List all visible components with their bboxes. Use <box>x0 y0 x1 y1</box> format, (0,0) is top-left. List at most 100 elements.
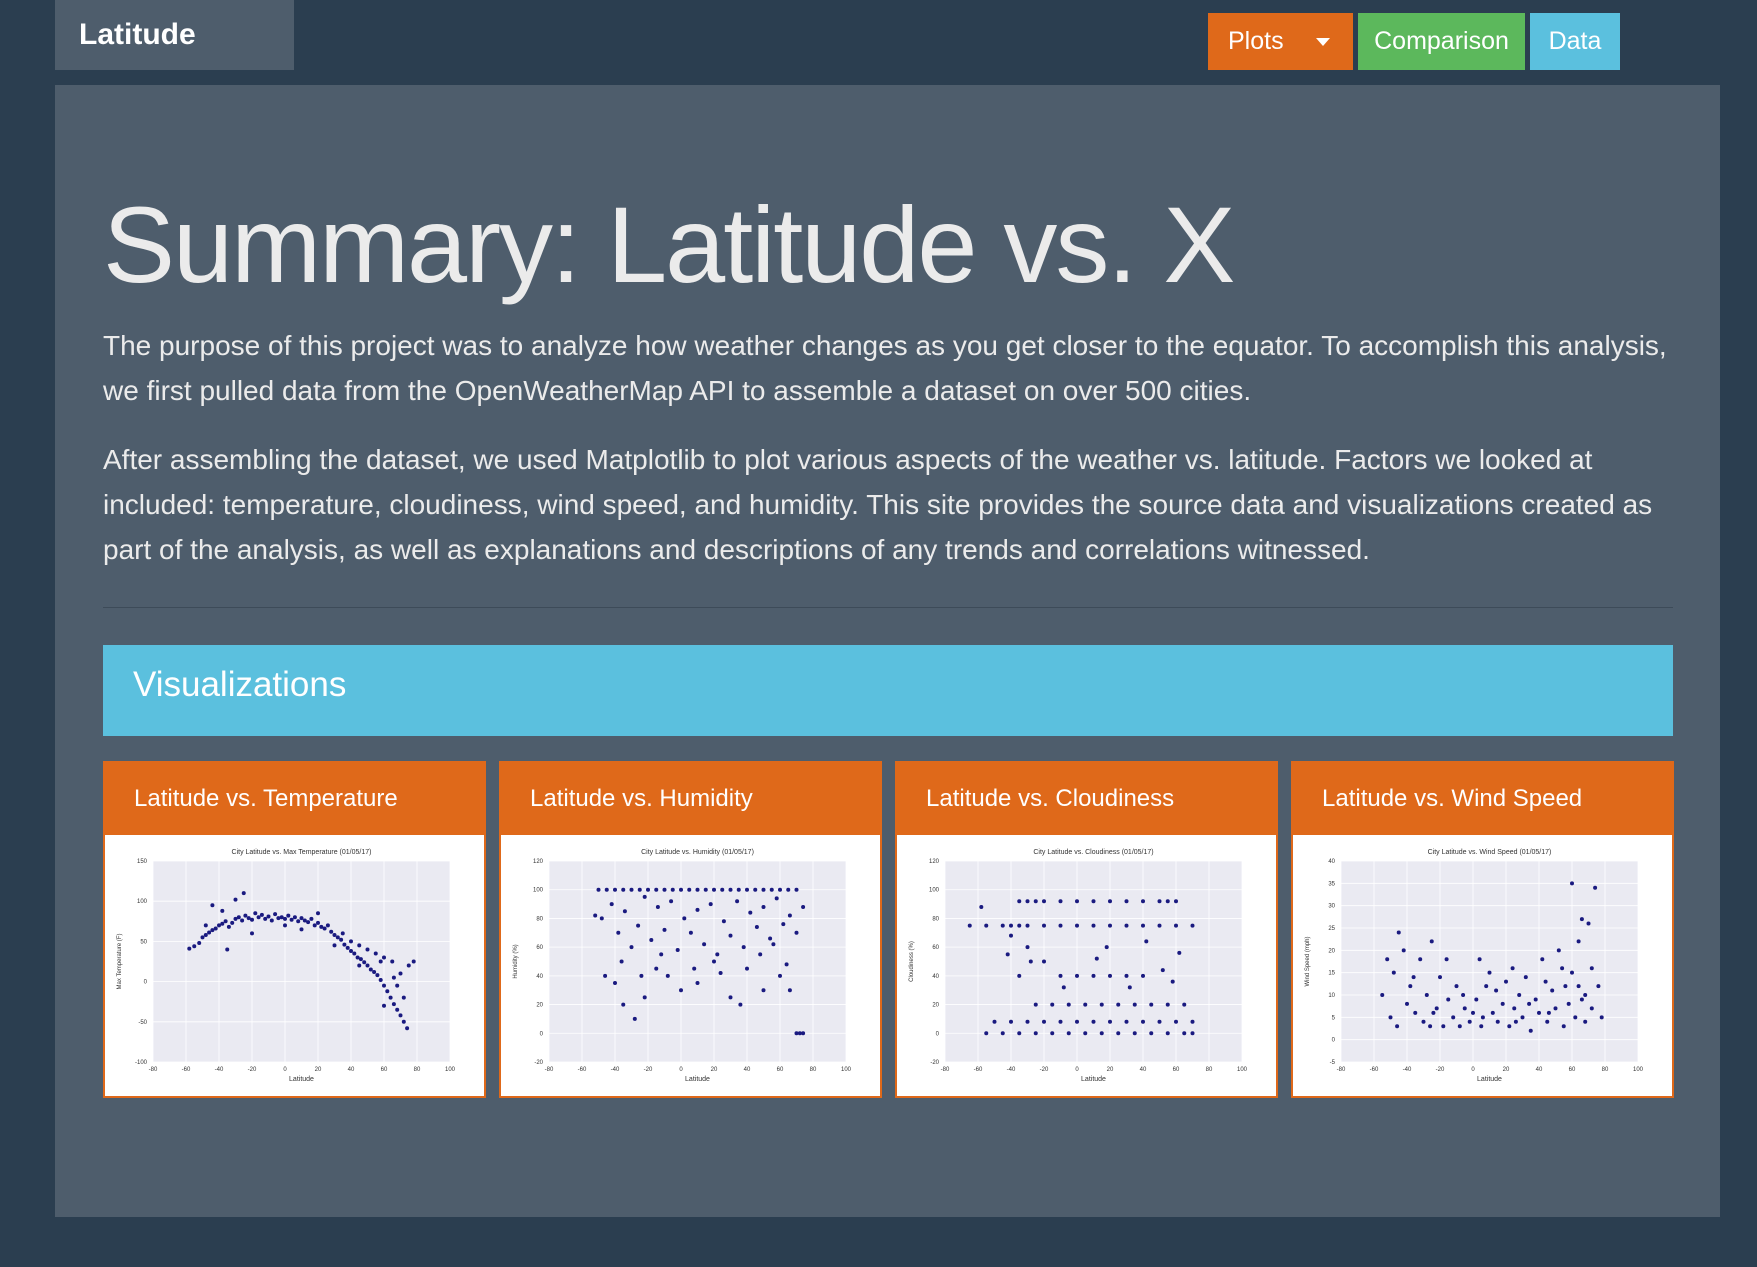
scatter-plot-svg: -80 -60 -40 -20 0 20 40 60 80 100 -5 0 5 10 15 20 25 30 35… <box>1305 849 1644 1083</box>
data-point <box>1042 959 1046 964</box>
data-point <box>665 973 670 978</box>
data-point <box>296 919 301 924</box>
y-tick-label: 50 <box>140 939 147 945</box>
data-point <box>712 959 716 964</box>
data-point <box>992 1019 997 1024</box>
comparison-button[interactable]: Comparison <box>1358 13 1525 70</box>
data-point <box>1033 1031 1038 1036</box>
x-tick-label: 80 <box>1602 1067 1609 1073</box>
y-tick-label: 80 <box>932 916 939 922</box>
divider <box>103 607 1673 608</box>
data-point <box>210 903 215 908</box>
data-point <box>1441 1024 1446 1029</box>
data-button[interactable]: Data <box>1530 13 1620 70</box>
data-point <box>1058 1019 1063 1024</box>
data-point <box>1446 997 1451 1002</box>
data-point <box>1017 899 1022 904</box>
data-point <box>200 935 205 940</box>
plot-humidity[interactable]: -80 -60 -40 -20 0 20 40 60 80 100 -20 0 20 40 60 80 100 1… <box>501 835 880 1096</box>
plot-area <box>153 861 450 1062</box>
data-point <box>1000 923 1005 928</box>
data-point <box>1573 1015 1578 1020</box>
card-title[interactable]: Latitude vs. Wind Speed <box>1293 763 1672 835</box>
data-point <box>778 887 782 892</box>
y-tick-label: -100 <box>135 1060 148 1066</box>
y-tick-label: -5 <box>1330 1060 1336 1066</box>
data-point <box>263 916 268 921</box>
data-point <box>669 899 674 904</box>
plots-dropdown-button[interactable]: Plots <box>1208 13 1353 70</box>
data-point <box>1457 1024 1462 1029</box>
data-point <box>289 917 294 922</box>
data-point <box>1540 957 1545 962</box>
data-point <box>629 887 634 892</box>
card-title[interactable]: Latitude vs. Humidity <box>501 763 880 835</box>
data-point <box>1066 1031 1071 1036</box>
x-tick-label: -60 <box>182 1067 191 1073</box>
data-point <box>1395 1024 1400 1029</box>
data-point <box>240 918 245 923</box>
data-point <box>735 899 740 904</box>
plot-cloudiness[interactable]: -80 -60 -40 -20 0 20 40 60 80 100 -20 0 20 40 60 80 100 1… <box>897 835 1276 1096</box>
data-point <box>1157 1019 1162 1024</box>
card-temperature[interactable]: Latitude vs. Temperature -80 -60 -40 -20 0 20… <box>103 761 486 1098</box>
data-point <box>1144 939 1149 944</box>
card-wind-speed[interactable]: Latitude vs. Wind Speed -80 -60 -40 -20 0 20 4… <box>1291 761 1674 1098</box>
x-tick-label: -80 <box>1337 1067 1346 1073</box>
data-point <box>654 887 659 892</box>
data-point <box>654 966 659 971</box>
x-tick-label: -60 <box>1370 1067 1379 1073</box>
data-point <box>1061 985 1066 990</box>
data-point <box>1507 1024 1512 1029</box>
data-point <box>256 915 261 920</box>
data-point <box>1149 1002 1154 1007</box>
data-point <box>1025 945 1030 950</box>
data-point <box>758 952 763 957</box>
card-cloudiness[interactable]: Latitude vs. Cloudiness -80 -60 -40 -20 0 20 4… <box>895 761 1278 1098</box>
data-point <box>365 947 370 952</box>
data-point <box>636 923 641 928</box>
y-tick-label: 100 <box>533 888 544 894</box>
x-tick-label: 100 <box>841 1067 852 1073</box>
data-point <box>1190 923 1195 928</box>
data-point <box>1517 993 1522 997</box>
data-point <box>203 932 208 937</box>
data-point <box>702 942 707 947</box>
x-tick-label: 0 <box>679 1067 683 1073</box>
card-title[interactable]: Latitude vs. Temperature <box>105 763 484 835</box>
x-tick-label: 40 <box>744 1067 751 1073</box>
x-tick-label: 80 <box>810 1067 817 1073</box>
plot-wind-speed[interactable]: -80 -60 -40 -20 0 20 40 60 80 100 -5 0 5 10 15 20 25 30 35… <box>1293 835 1672 1096</box>
data-point <box>1108 899 1112 904</box>
x-tick-label: -80 <box>545 1067 554 1073</box>
x-tick-label: 100 <box>1237 1067 1248 1073</box>
data-point <box>306 920 311 925</box>
x-tick-label: -40 <box>1007 1067 1016 1073</box>
card-humidity[interactable]: Latitude vs. Humidity -80 -60 -40 -20 0 20 40 6… <box>499 761 882 1098</box>
data-point <box>253 911 258 916</box>
data-point <box>401 995 406 1000</box>
data-point <box>801 904 806 909</box>
navbar-brand[interactable]: Latitude <box>55 0 294 70</box>
y-tick-label: 20 <box>536 1003 543 1009</box>
data-point <box>250 931 254 936</box>
data-point <box>1132 1031 1137 1036</box>
plot-temperature[interactable]: -80 -60 -40 -20 0 20 40 60 80 100 -100 -50 0 50 100 150… <box>105 835 484 1096</box>
data-point <box>1576 984 1581 989</box>
data-point <box>1411 975 1416 980</box>
card-title[interactable]: Latitude vs. Cloudiness <box>897 763 1276 835</box>
data-point <box>1490 1010 1495 1015</box>
data-point <box>1570 881 1574 886</box>
data-point <box>708 902 713 907</box>
data-point <box>1401 948 1406 953</box>
data-point <box>1124 923 1129 928</box>
data-point <box>642 995 647 1000</box>
data-point <box>243 913 248 918</box>
data-point <box>1124 1019 1129 1024</box>
data-point <box>1431 1010 1436 1015</box>
data-point <box>1570 970 1574 975</box>
data-point <box>1599 1015 1604 1020</box>
data-point <box>1190 1031 1195 1036</box>
data-point <box>761 887 766 892</box>
data-point <box>1025 899 1030 904</box>
